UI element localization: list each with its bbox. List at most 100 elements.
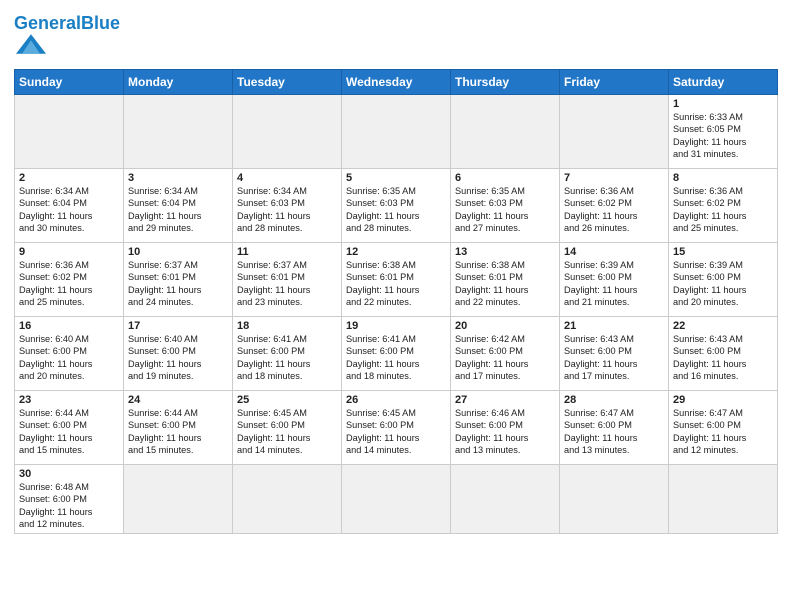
day-info: Sunrise: 6:36 AMSunset: 6:02 PMDaylight:…	[673, 185, 773, 235]
calendar-cell: 16Sunrise: 6:40 AMSunset: 6:00 PMDayligh…	[15, 316, 124, 390]
day-info: Sunrise: 6:35 AMSunset: 6:03 PMDaylight:…	[346, 185, 446, 235]
calendar-cell: 30Sunrise: 6:48 AMSunset: 6:00 PMDayligh…	[15, 464, 124, 534]
calendar-cell: 18Sunrise: 6:41 AMSunset: 6:00 PMDayligh…	[233, 316, 342, 390]
calendar-cell: 5Sunrise: 6:35 AMSunset: 6:03 PMDaylight…	[342, 168, 451, 242]
calendar-cell: 4Sunrise: 6:34 AMSunset: 6:03 PMDaylight…	[233, 168, 342, 242]
logo-icon	[16, 30, 46, 58]
calendar-cell	[233, 464, 342, 534]
day-info: Sunrise: 6:41 AMSunset: 6:00 PMDaylight:…	[237, 333, 337, 383]
weekday-header: Tuesday	[233, 69, 342, 94]
day-info: Sunrise: 6:43 AMSunset: 6:00 PMDaylight:…	[564, 333, 664, 383]
calendar-cell: 26Sunrise: 6:45 AMSunset: 6:00 PMDayligh…	[342, 390, 451, 464]
day-number: 20	[455, 320, 555, 332]
day-info: Sunrise: 6:34 AMSunset: 6:03 PMDaylight:…	[237, 185, 337, 235]
day-info: Sunrise: 6:45 AMSunset: 6:00 PMDaylight:…	[237, 407, 337, 457]
calendar-cell	[560, 94, 669, 168]
calendar-cell: 11Sunrise: 6:37 AMSunset: 6:01 PMDayligh…	[233, 242, 342, 316]
day-number: 22	[673, 320, 773, 332]
calendar-cell	[124, 464, 233, 534]
day-info: Sunrise: 6:34 AMSunset: 6:04 PMDaylight:…	[128, 185, 228, 235]
calendar-cell	[560, 464, 669, 534]
calendar-cell: 19Sunrise: 6:41 AMSunset: 6:00 PMDayligh…	[342, 316, 451, 390]
calendar-cell: 17Sunrise: 6:40 AMSunset: 6:00 PMDayligh…	[124, 316, 233, 390]
day-number: 26	[346, 394, 446, 406]
day-number: 28	[564, 394, 664, 406]
day-info: Sunrise: 6:39 AMSunset: 6:00 PMDaylight:…	[673, 259, 773, 309]
calendar-cell: 20Sunrise: 6:42 AMSunset: 6:00 PMDayligh…	[451, 316, 560, 390]
weekday-header: Friday	[560, 69, 669, 94]
calendar-cell: 14Sunrise: 6:39 AMSunset: 6:00 PMDayligh…	[560, 242, 669, 316]
day-info: Sunrise: 6:39 AMSunset: 6:00 PMDaylight:…	[564, 259, 664, 309]
calendar-cell: 23Sunrise: 6:44 AMSunset: 6:00 PMDayligh…	[15, 390, 124, 464]
day-number: 10	[128, 246, 228, 258]
day-number: 24	[128, 394, 228, 406]
day-number: 29	[673, 394, 773, 406]
day-info: Sunrise: 6:41 AMSunset: 6:00 PMDaylight:…	[346, 333, 446, 383]
calendar-cell: 27Sunrise: 6:46 AMSunset: 6:00 PMDayligh…	[451, 390, 560, 464]
day-info: Sunrise: 6:44 AMSunset: 6:00 PMDaylight:…	[128, 407, 228, 457]
calendar-cell: 22Sunrise: 6:43 AMSunset: 6:00 PMDayligh…	[669, 316, 778, 390]
day-info: Sunrise: 6:33 AMSunset: 6:05 PMDaylight:…	[673, 111, 773, 161]
calendar-cell: 8Sunrise: 6:36 AMSunset: 6:02 PMDaylight…	[669, 168, 778, 242]
day-info: Sunrise: 6:44 AMSunset: 6:00 PMDaylight:…	[19, 407, 119, 457]
day-number: 23	[19, 394, 119, 406]
day-info: Sunrise: 6:38 AMSunset: 6:01 PMDaylight:…	[346, 259, 446, 309]
calendar-cell: 21Sunrise: 6:43 AMSunset: 6:00 PMDayligh…	[560, 316, 669, 390]
calendar-cell	[342, 464, 451, 534]
day-number: 5	[346, 172, 446, 184]
day-number: 27	[455, 394, 555, 406]
day-number: 7	[564, 172, 664, 184]
day-number: 18	[237, 320, 337, 332]
day-number: 19	[346, 320, 446, 332]
calendar-cell	[124, 94, 233, 168]
weekday-header: Saturday	[669, 69, 778, 94]
calendar-cell: 1Sunrise: 6:33 AMSunset: 6:05 PMDaylight…	[669, 94, 778, 168]
day-number: 21	[564, 320, 664, 332]
calendar-cell: 29Sunrise: 6:47 AMSunset: 6:00 PMDayligh…	[669, 390, 778, 464]
day-info: Sunrise: 6:36 AMSunset: 6:02 PMDaylight:…	[19, 259, 119, 309]
weekday-header: Monday	[124, 69, 233, 94]
calendar-cell	[451, 94, 560, 168]
day-info: Sunrise: 6:40 AMSunset: 6:00 PMDaylight:…	[128, 333, 228, 383]
header: GeneralBlue	[14, 10, 778, 63]
calendar-cell	[451, 464, 560, 534]
day-number: 9	[19, 246, 119, 258]
calendar-cell: 7Sunrise: 6:36 AMSunset: 6:02 PMDaylight…	[560, 168, 669, 242]
day-info: Sunrise: 6:48 AMSunset: 6:00 PMDaylight:…	[19, 481, 119, 531]
day-info: Sunrise: 6:46 AMSunset: 6:00 PMDaylight:…	[455, 407, 555, 457]
day-number: 15	[673, 246, 773, 258]
calendar-cell: 28Sunrise: 6:47 AMSunset: 6:00 PMDayligh…	[560, 390, 669, 464]
day-info: Sunrise: 6:40 AMSunset: 6:00 PMDaylight:…	[19, 333, 119, 383]
day-number: 11	[237, 246, 337, 258]
day-info: Sunrise: 6:47 AMSunset: 6:00 PMDaylight:…	[564, 407, 664, 457]
day-number: 12	[346, 246, 446, 258]
calendar-table: SundayMondayTuesdayWednesdayThursdayFrid…	[14, 69, 778, 535]
calendar-cell: 6Sunrise: 6:35 AMSunset: 6:03 PMDaylight…	[451, 168, 560, 242]
weekday-header: Sunday	[15, 69, 124, 94]
day-number: 13	[455, 246, 555, 258]
calendar-cell: 3Sunrise: 6:34 AMSunset: 6:04 PMDaylight…	[124, 168, 233, 242]
day-number: 16	[19, 320, 119, 332]
day-number: 1	[673, 98, 773, 110]
calendar-cell	[233, 94, 342, 168]
day-info: Sunrise: 6:37 AMSunset: 6:01 PMDaylight:…	[128, 259, 228, 309]
day-info: Sunrise: 6:37 AMSunset: 6:01 PMDaylight:…	[237, 259, 337, 309]
day-info: Sunrise: 6:45 AMSunset: 6:00 PMDaylight:…	[346, 407, 446, 457]
day-info: Sunrise: 6:42 AMSunset: 6:00 PMDaylight:…	[455, 333, 555, 383]
calendar-cell: 25Sunrise: 6:45 AMSunset: 6:00 PMDayligh…	[233, 390, 342, 464]
day-number: 2	[19, 172, 119, 184]
day-number: 8	[673, 172, 773, 184]
calendar-cell: 13Sunrise: 6:38 AMSunset: 6:01 PMDayligh…	[451, 242, 560, 316]
day-info: Sunrise: 6:36 AMSunset: 6:02 PMDaylight:…	[564, 185, 664, 235]
page-container: GeneralBlue SundayMondayTuesdayWednesday…	[0, 0, 792, 540]
calendar-cell	[342, 94, 451, 168]
day-number: 4	[237, 172, 337, 184]
day-number: 30	[19, 468, 119, 480]
calendar-cell: 24Sunrise: 6:44 AMSunset: 6:00 PMDayligh…	[124, 390, 233, 464]
day-number: 14	[564, 246, 664, 258]
day-info: Sunrise: 6:34 AMSunset: 6:04 PMDaylight:…	[19, 185, 119, 235]
weekday-header: Wednesday	[342, 69, 451, 94]
day-number: 17	[128, 320, 228, 332]
calendar-cell	[669, 464, 778, 534]
day-info: Sunrise: 6:38 AMSunset: 6:01 PMDaylight:…	[455, 259, 555, 309]
